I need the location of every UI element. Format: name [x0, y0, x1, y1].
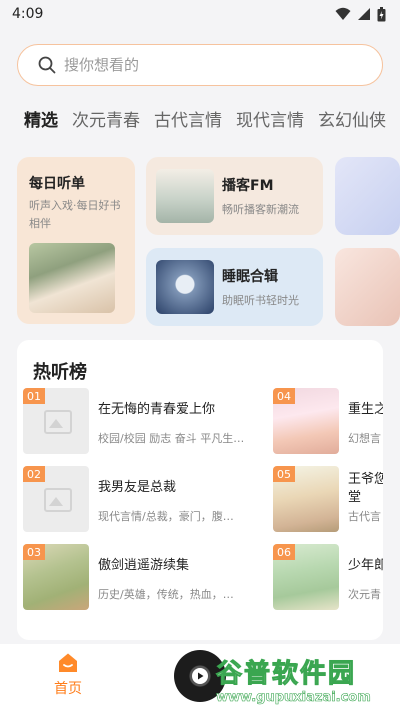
book-title-line2: 堂 — [348, 490, 362, 505]
book-title: 王爷您 — [348, 472, 383, 487]
book-tags: 现代言情/总裁，豪门，腹… — [98, 510, 234, 523]
search-bar[interactable] — [17, 44, 383, 86]
sleep-thumbnail — [156, 260, 214, 314]
wifi-icon — [335, 7, 351, 20]
search-input[interactable] — [64, 56, 354, 74]
book-tags: 次元青 — [348, 588, 381, 601]
category-tabs: 精选 次元青春 古代言情 现代言情 玄幻仙侠 — [24, 106, 400, 146]
rank-badge: 05 — [273, 466, 295, 482]
tab-modern-romance[interactable]: 现代言情 — [236, 106, 304, 146]
tab-featured[interactable]: 精选 — [24, 106, 58, 146]
status-time: 4:09 — [12, 6, 44, 22]
nav-home[interactable]: 首页 — [48, 652, 88, 702]
sleep-title: 睡眠合辑 — [222, 269, 278, 285]
list-item[interactable]: 06 少年郎 次元青 — [273, 544, 383, 614]
book-cover-placeholder: 02 — [23, 466, 89, 532]
book-cover-placeholder: 01 — [23, 388, 89, 454]
book-title: 少年郎 — [348, 558, 383, 573]
podcast-card[interactable]: 播客FM 畅听播客新潮流 — [146, 157, 323, 235]
list-item[interactable]: 05 王爷您 堂 古代言 — [273, 466, 383, 536]
home-icon — [59, 653, 77, 672]
tab-youth[interactable]: 次元青春 — [72, 106, 140, 146]
book-cover: 05 — [273, 466, 339, 532]
watermark-text: 谷普软件园 — [216, 659, 357, 690]
list-item[interactable]: 01 在无悔的青春爱上你 校园/校园 励志 奋斗 平凡生… — [23, 388, 263, 458]
book-title: 重生之 — [348, 402, 383, 417]
podcast-title: 播客FM — [222, 178, 274, 194]
sleep-subtitle: 助眠听书轻时光 — [222, 294, 299, 307]
partial-card-top[interactable] — [335, 157, 400, 235]
rank-badge: 03 — [23, 544, 45, 560]
nav-home-label: 首页 — [54, 681, 82, 697]
tab-ancient-romance[interactable]: 古代言情 — [154, 106, 222, 146]
book-tags: 古代言 — [348, 510, 381, 523]
watermark: 谷普软件园 www.gupuxiazai.com — [216, 650, 400, 708]
partial-card-bottom[interactable] — [335, 248, 400, 326]
list-item[interactable]: 04 重生之 幻想言 — [273, 388, 383, 458]
status-bar: 4:09 — [0, 0, 400, 28]
daily-list-artwork — [29, 243, 115, 313]
list-item[interactable]: 03 傲剑逍遥游续集 历史/英雄，传统，热血，… — [23, 544, 263, 614]
podcast-subtitle: 畅听播客新潮流 — [222, 203, 299, 216]
search-icon — [38, 56, 56, 74]
book-tags: 历史/英雄，传统，热血，… — [98, 588, 234, 601]
book-cover: 03 — [23, 544, 89, 610]
rank-badge: 01 — [23, 388, 45, 404]
book-title: 在无悔的青春爱上你 — [98, 402, 216, 417]
book-title: 我男友是总裁 — [98, 480, 177, 495]
rank-badge: 02 — [23, 466, 45, 482]
book-title: 傲剑逍遥游续集 — [98, 558, 190, 573]
signal-icon — [358, 8, 370, 20]
daily-list-title: 每日听单 — [29, 176, 85, 192]
status-icons — [335, 6, 386, 22]
play-icon — [192, 668, 208, 684]
podcast-thumbnail — [156, 169, 214, 223]
watermark-url: www.gupuxiazai.com — [216, 690, 371, 706]
rank-badge: 06 — [273, 544, 295, 560]
book-cover: 04 — [273, 388, 339, 454]
battery-icon — [377, 6, 386, 21]
book-tags: 校园/校园 励志 奋斗 平凡生… — [98, 432, 245, 445]
book-cover: 06 — [273, 544, 339, 610]
daily-list-card[interactable]: 每日听单 听声入戏·每日好书相伴 — [17, 157, 135, 324]
tab-fantasy[interactable]: 玄幻仙侠 — [318, 106, 386, 146]
rank-badge: 04 — [273, 388, 295, 404]
list-item[interactable]: 02 我男友是总裁 现代言情/总裁，豪门，腹… — [23, 466, 263, 536]
hot-list-panel: 热听榜 01 在无悔的青春爱上你 校园/校园 励志 奋斗 平凡生… 02 我男友… — [17, 340, 383, 640]
daily-list-subtitle: 听声入戏·每日好书相伴 — [29, 199, 121, 230]
book-tags: 幻想言 — [348, 432, 381, 445]
sleep-card[interactable]: 睡眠合辑 助眠听书轻时光 — [146, 248, 323, 326]
hot-list-title: 热听榜 — [33, 362, 87, 383]
